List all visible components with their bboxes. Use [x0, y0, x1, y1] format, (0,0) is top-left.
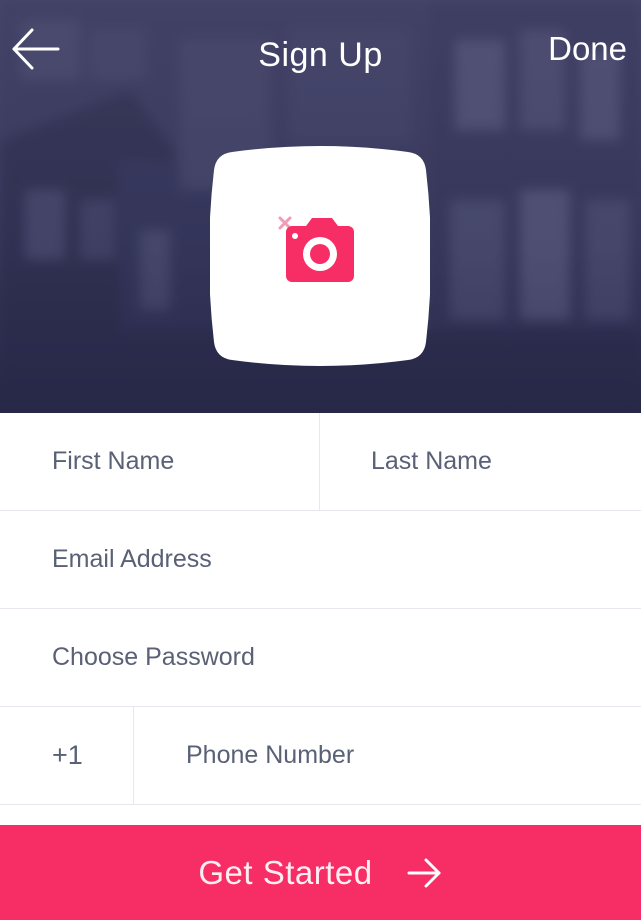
phone-row: +1: [0, 707, 641, 805]
camera-icon: [278, 216, 354, 282]
last-name-field[interactable]: [371, 431, 641, 492]
first-name-cell: [0, 413, 320, 510]
arrow-right-icon: [407, 858, 441, 887]
password-field[interactable]: [52, 627, 641, 688]
last-name-cell: [320, 413, 641, 510]
email-cell: [0, 511, 641, 608]
country-code-selector[interactable]: +1: [52, 740, 83, 771]
country-code-cell: +1: [0, 707, 134, 804]
phone-number-field[interactable]: [186, 725, 641, 786]
close-icon: [278, 216, 292, 230]
first-name-field[interactable]: [52, 431, 319, 492]
page-title: Sign Up: [258, 36, 383, 74]
signup-form: +1: [0, 413, 641, 805]
name-row: [0, 413, 641, 511]
get-started-label: Get Started: [198, 853, 373, 891]
get-started-button[interactable]: Get Started: [0, 825, 641, 920]
password-row: [0, 609, 641, 707]
phone-cell: [134, 707, 641, 804]
email-field[interactable]: [52, 529, 641, 590]
email-row: [0, 511, 641, 609]
add-photo-button[interactable]: [210, 146, 430, 366]
done-button[interactable]: Done: [548, 30, 627, 68]
header-background: Sign Up Done: [0, 0, 641, 413]
password-cell: [0, 609, 641, 706]
